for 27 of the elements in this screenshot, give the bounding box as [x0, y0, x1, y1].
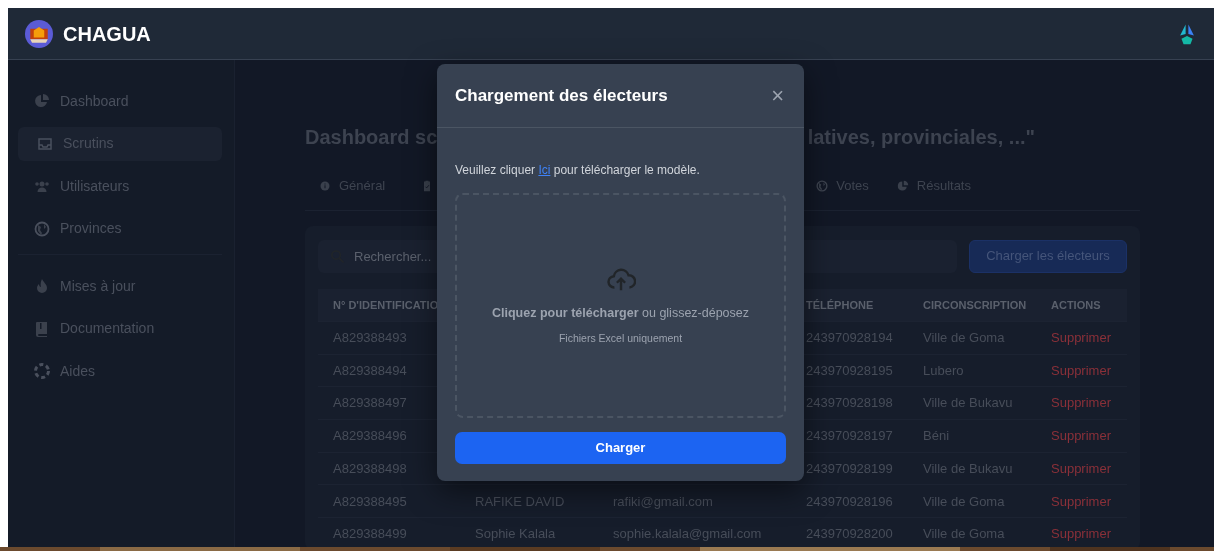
- book-icon: [34, 320, 50, 337]
- lifebuoy-icon: [34, 363, 50, 379]
- file-dropzone[interactable]: Cliquez pour télécharger ou glissez-déposez Fichiers Excel uniquement: [455, 193, 786, 418]
- delete-link[interactable]: Supprimer: [1036, 386, 1127, 420]
- delete-link[interactable]: Supprimer: [1036, 484, 1127, 518]
- inbox-icon: [37, 135, 53, 152]
- flame-icon: [34, 278, 50, 294]
- template-link[interactable]: Ici: [538, 163, 551, 177]
- close-button[interactable]: ×: [769, 84, 786, 107]
- delete-link[interactable]: Supprimer: [1036, 321, 1127, 355]
- dropzone-text: Cliquez pour télécharger ou glissez-déposez: [491, 305, 749, 323]
- pie-chart-icon: [34, 93, 50, 109]
- delete-link[interactable]: Supprimer: [1036, 452, 1127, 485]
- dropzone-hint: Fichiers Excel uniquement: [558, 331, 683, 346]
- info-icon: [319, 179, 331, 192]
- globe-icon: [34, 220, 50, 237]
- delete-link[interactable]: Supprimer: [1036, 419, 1127, 453]
- column-header: ACTIONS: [1036, 288, 1127, 322]
- column-header: CIRCONSCRIPTION: [908, 288, 1036, 322]
- app-brand[interactable]: CHAGUA: [63, 18, 151, 49]
- logo-icon: [25, 19, 53, 48]
- upload-button[interactable]: Charger: [455, 432, 786, 464]
- globe-icon: [816, 179, 829, 192]
- delete-link[interactable]: Supprimer: [1036, 354, 1127, 387]
- instruction-text: Veuillez cliquer Ici pour télécharger le modèle.: [455, 162, 701, 179]
- modal-title: Chargement des électeurs: [455, 84, 668, 107]
- pie-chart-icon: [896, 179, 909, 192]
